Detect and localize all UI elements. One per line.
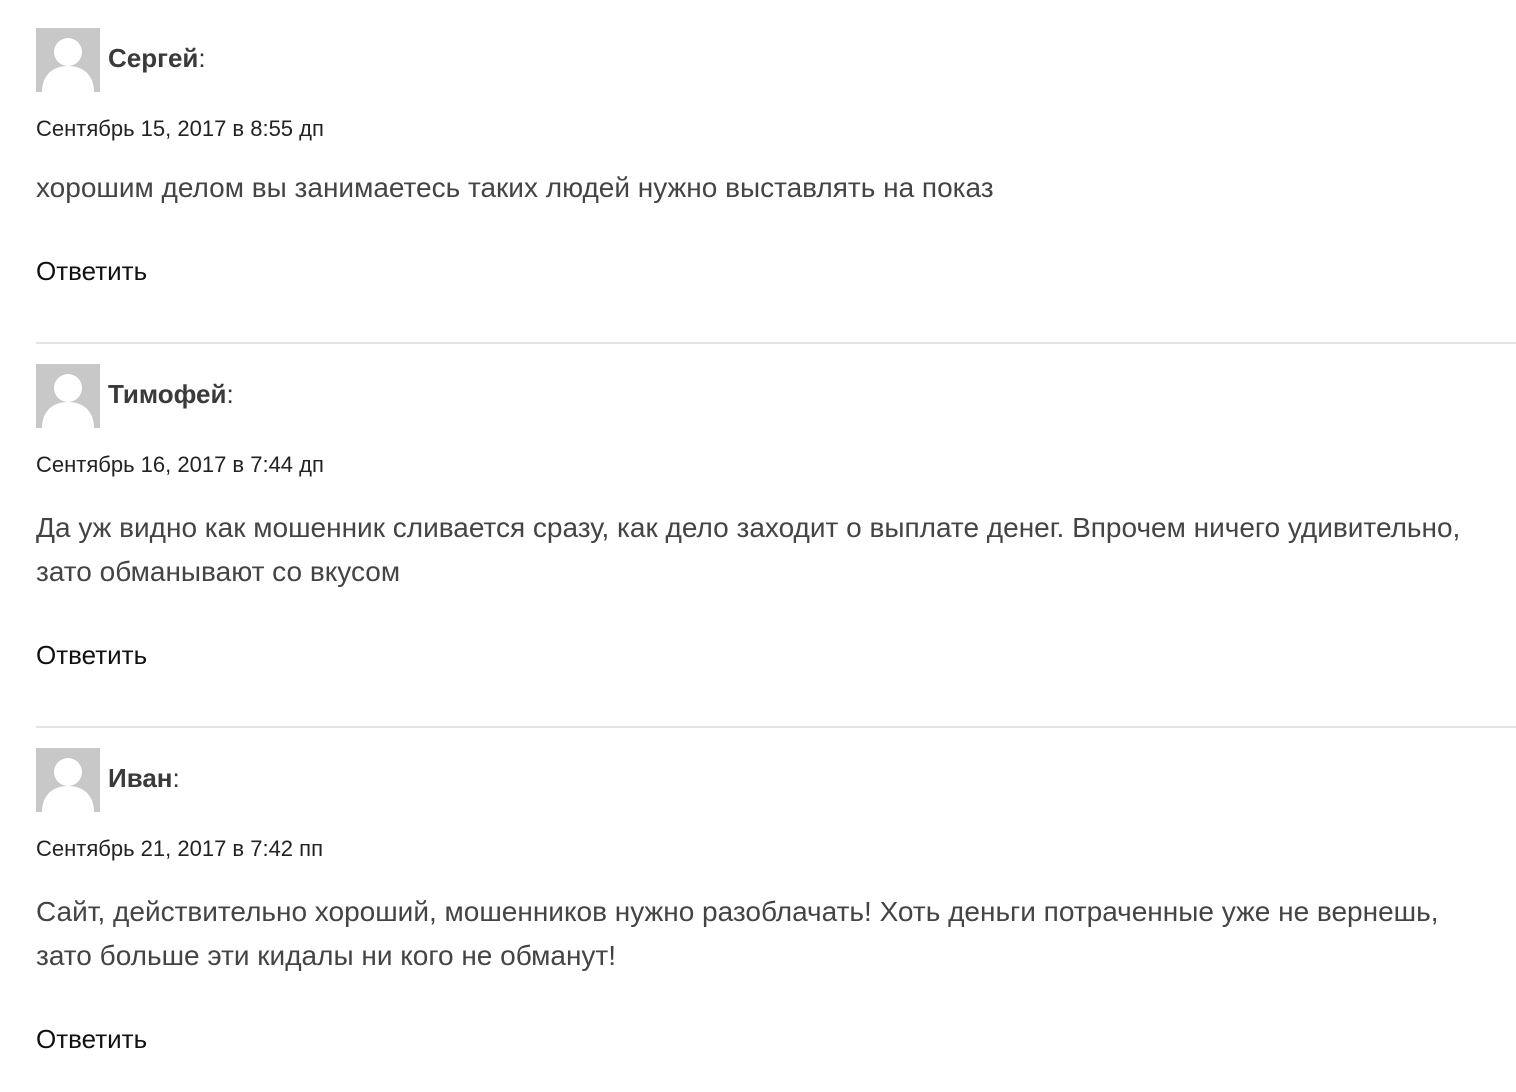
comment-header: Иван: [36, 748, 1516, 812]
avatar-silhouette [42, 38, 94, 92]
comment-item: Иван: Сентябрь 21, 2017 в 7:42 пп Сайт, … [36, 726, 1516, 1054]
reply-link[interactable]: Ответить [36, 1024, 147, 1054]
comment-date-link[interactable]: Сентябрь 15, 2017 в 8:55 дп [36, 116, 324, 142]
comment-author-says: : [198, 43, 206, 73]
comment-text: Да уж видно как мошенник сливается сразу… [36, 512, 1461, 587]
comment-item: Тимофей: Сентябрь 16, 2017 в 7:44 дп Да … [36, 342, 1516, 726]
comment-list: Сергей: Сентябрь 15, 2017 в 8:55 дп хоро… [36, 28, 1516, 1054]
comment-date-link[interactable]: Сентябрь 16, 2017 в 7:44 дп [36, 452, 324, 478]
comment-author-line: Иван: [108, 763, 180, 793]
default-user-avatar-icon [36, 28, 100, 92]
comment-author-says: : [172, 763, 180, 793]
comment-date-link[interactable]: Сентябрь 21, 2017 в 7:42 пп [36, 836, 323, 862]
comment-author-name: Тимофей [108, 379, 227, 409]
comment-item: Сергей: Сентябрь 15, 2017 в 8:55 дп хоро… [36, 28, 1516, 342]
default-user-avatar-icon [36, 748, 100, 812]
default-user-avatar-icon [36, 364, 100, 428]
avatar-silhouette [42, 758, 94, 812]
avatar-silhouette [42, 374, 94, 428]
reply-link[interactable]: Ответить [36, 640, 147, 670]
comment-header: Тимофей: [36, 364, 1516, 428]
comment-text: Сайт, действительно хороший, мошенников … [36, 896, 1439, 971]
comment-text: хорошим делом вы занимаетесь таких людей… [36, 172, 994, 203]
comment-header: Сергей: [36, 28, 1516, 92]
comment-author-name: Сергей [108, 43, 199, 73]
comment-author-name: Иван [108, 763, 173, 793]
comment-author-says: : [226, 379, 234, 409]
comment-author-line: Сергей: [108, 43, 206, 73]
comment-author-line: Тимофей: [108, 379, 234, 409]
reply-link[interactable]: Ответить [36, 256, 147, 286]
